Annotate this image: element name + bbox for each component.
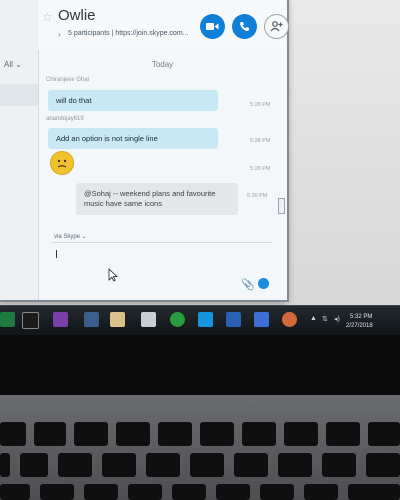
keyboard-key [34, 422, 66, 446]
feather-icon[interactable] [53, 312, 68, 327]
message-sender: anandojay619 [46, 116, 84, 122]
keyboard-key [366, 453, 400, 477]
keyboard-key [0, 453, 10, 477]
audio-call-button[interactable] [232, 14, 257, 39]
conversation-header: ☆ Owlie › 5 participants | https://join.… [38, 0, 289, 50]
keyboard-key [58, 453, 92, 477]
skype-icon[interactable] [198, 312, 213, 327]
video-camera-icon [206, 23, 219, 30]
message-sender: Chiranjeev Ghai [46, 77, 90, 83]
keyboard-key [260, 484, 294, 500]
date-divider: Today [151, 60, 174, 69]
confused-emoji-icon[interactable] [50, 151, 74, 175]
keyboard-key [278, 453, 312, 477]
keyboard-key [348, 484, 400, 500]
keyboard-key [368, 422, 400, 446]
chrome-icon[interactable] [170, 312, 185, 327]
message-bubble[interactable]: @Sohaj -- weekend plans and favourite mu… [76, 183, 238, 215]
keyboard-key [128, 484, 162, 500]
keyboard-key [84, 484, 118, 500]
conversation-item[interactable] [0, 84, 38, 106]
send-icon[interactable] [258, 278, 269, 289]
keyboard-key [234, 453, 268, 477]
conversation-title[interactable]: Owlie [58, 7, 96, 24]
keyboard-key [102, 453, 136, 477]
keyboard-key [158, 422, 192, 446]
volume-icon[interactable]: ◂) [334, 315, 340, 323]
network-icon[interactable]: ⇅ [322, 315, 328, 323]
keyboard-key [20, 453, 48, 477]
add-person-icon [270, 21, 283, 32]
phone-icon [240, 22, 249, 32]
star-icon[interactable]: ☆ [42, 10, 53, 24]
taskbar: ▲ ⇅ ◂) 5:32 PM 2/27/2018 [0, 305, 400, 336]
keyboard-key [190, 453, 224, 477]
keyboard-key [0, 422, 26, 446]
keyboard-key [326, 422, 360, 446]
conversation-subtitle[interactable]: 5 participants | https://join.skype.com.… [68, 30, 188, 37]
tray-arrow-icon[interactable]: ▲ [310, 315, 317, 322]
keyboard-key [242, 422, 276, 446]
message-input[interactable] [52, 244, 272, 274]
keyboard-key [116, 422, 150, 446]
app-icon[interactable] [254, 312, 269, 327]
keyboard-key [74, 422, 108, 446]
word-icon[interactable] [226, 312, 241, 327]
keyboard-key [0, 484, 30, 500]
confused-face-icon [57, 159, 67, 168]
message-bubble[interactable]: will do that [48, 90, 218, 111]
file-icon[interactable] [141, 312, 156, 327]
background-window [285, 0, 400, 305]
excel-icon[interactable] [0, 312, 15, 327]
keyboard-key [304, 484, 338, 500]
clock-time[interactable]: 5:32 PM [350, 314, 372, 320]
message-time: 5:30 PM [247, 193, 268, 199]
skype-window: All ⌄ ☆ Owlie › 5 participants | https:/… [0, 0, 289, 302]
conversation-list: All ⌄ [0, 0, 39, 300]
message-area: Today Chiranjeev Ghai will do that 5:28 … [38, 50, 287, 300]
keyboard-key [172, 484, 206, 500]
cmd-icon[interactable] [22, 312, 39, 329]
message-time: 5:28 PM [250, 138, 271, 144]
video-call-button[interactable] [200, 14, 225, 39]
message-bubble[interactable]: Add an option is not single line [48, 128, 218, 149]
laptop-keyboard-deck [0, 395, 400, 500]
keyboard-key [146, 453, 180, 477]
keyboard-key [40, 484, 74, 500]
add-participant-button[interactable] [264, 14, 289, 39]
message-time: 5:28 PM [250, 102, 271, 108]
folder-icon[interactable] [84, 312, 99, 327]
mouse-cursor-icon [108, 268, 118, 282]
chevron-right-icon: › [58, 30, 61, 39]
clock-date[interactable]: 2/27/2018 [346, 323, 373, 329]
keyboard-key [322, 453, 356, 477]
laptop-bezel [0, 335, 400, 395]
keyboard-key [284, 422, 318, 446]
orange-app-icon[interactable] [282, 312, 297, 327]
paperclip-icon[interactable]: 📎 [241, 278, 255, 291]
filter-dropdown[interactable]: All ⌄ [4, 60, 22, 69]
scrollbar[interactable] [278, 198, 285, 214]
keyboard-key [200, 422, 234, 446]
send-via-dropdown[interactable]: via Skype ⌄ [54, 233, 87, 240]
docs-icon[interactable] [110, 312, 125, 327]
message-time: 5:28 PM [250, 166, 271, 172]
keyboard-key [216, 484, 250, 500]
compose-divider [52, 242, 272, 243]
